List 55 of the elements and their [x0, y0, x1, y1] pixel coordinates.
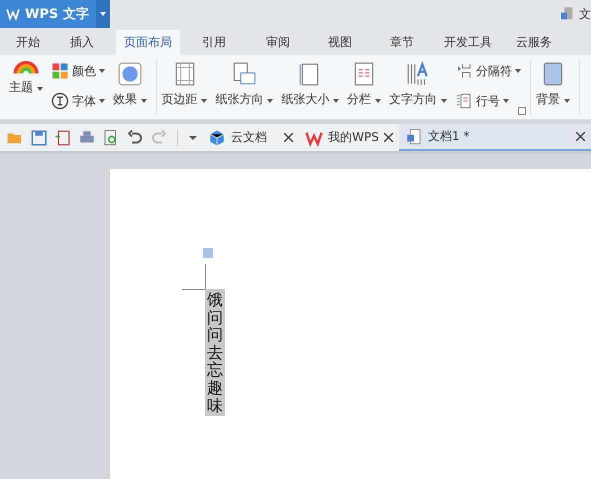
- ribbon-button[interactable]: 效果: [110, 59, 150, 115]
- caret-icon: [36, 87, 43, 91]
- ribbon-button[interactable]: 纸张大小: [278, 59, 342, 115]
- close-icon[interactable]: [384, 133, 393, 142]
- ribbon-button[interactable]: 字体: [48, 91, 108, 111]
- ribbon-button[interactable]: 分栏: [344, 59, 384, 115]
- ribbon-button[interactable]: 纸张方向: [212, 59, 276, 115]
- close-icon[interactable]: [576, 132, 585, 141]
- ribbon-button[interactable]: 文字方向: [386, 59, 450, 115]
- pages-icon: [231, 61, 258, 87]
- line-number-icon: [454, 92, 473, 110]
- font-icon: [50, 92, 69, 110]
- caret-icon: [201, 99, 208, 103]
- menu-tab[interactable]: 开始: [8, 30, 48, 55]
- menu-tab[interactable]: 视图: [320, 30, 360, 55]
- document-tab[interactable]: 文档1 *: [398, 124, 591, 151]
- ribbon-button[interactable]: 主题: [6, 59, 46, 115]
- caret-icon: [502, 99, 509, 103]
- ribbon-button[interactable]: 背景: [532, 59, 573, 115]
- caret-icon: [374, 99, 381, 103]
- menu-tab[interactable]: 云服务: [508, 30, 560, 55]
- cube-icon: [208, 128, 226, 146]
- dialog-launcher-icon[interactable]: [518, 107, 526, 115]
- caret-icon: [514, 69, 521, 73]
- document-icon: [559, 6, 575, 22]
- caret-icon: [140, 99, 147, 103]
- vertical-text: 饿问问去忘趣味: [205, 289, 225, 416]
- menu-tab[interactable]: 插入: [62, 30, 102, 55]
- document-icon: [404, 128, 423, 146]
- ribbon-button[interactable]: 行号: [452, 91, 524, 111]
- logo-icon: [6, 7, 20, 21]
- menu-tab[interactable]: 审阅: [258, 30, 298, 55]
- menu-tab[interactable]: 页面布局: [116, 30, 180, 55]
- menu-tab[interactable]: 章节: [382, 30, 422, 55]
- ribbon-button[interactable]: 页边距: [158, 59, 210, 115]
- menu-tab[interactable]: 开发工具: [436, 30, 500, 55]
- dropdown-button[interactable]: [96, 0, 110, 28]
- caret-icon: [440, 99, 447, 103]
- document-tab[interactable]: 我的WPS: [299, 124, 399, 151]
- document-tab[interactable]: 云文档: [202, 124, 300, 151]
- document-title: 文: [579, 6, 591, 22]
- paste-options-icon: [202, 247, 214, 259]
- ribbon-button[interactable]: 分隔符: [452, 61, 524, 81]
- caret-icon: [267, 99, 274, 103]
- caret-icon: [564, 99, 570, 103]
- app-menu-button[interactable]: WPS 文字: [0, 0, 110, 28]
- ribbon-button[interactable]: 颜色: [48, 61, 108, 81]
- close-icon[interactable]: [284, 133, 294, 142]
- palette-icon: [50, 62, 69, 80]
- caret-icon: [98, 69, 105, 73]
- menu-tab[interactable]: 引用: [194, 30, 234, 55]
- rainbow-icon: [12, 61, 39, 75]
- caret-icon: [333, 99, 340, 103]
- caret-icon: [100, 12, 106, 16]
- caret-icon: [98, 99, 105, 103]
